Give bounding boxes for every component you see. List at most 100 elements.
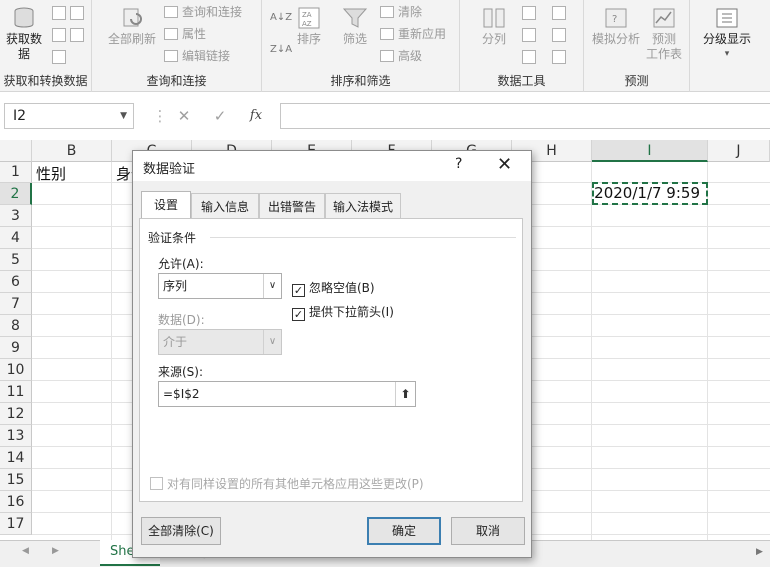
cancel-icon[interactable]: ✕: [172, 103, 196, 129]
sort-desc-button[interactable]: Z↓A: [270, 38, 292, 58]
edit-links-button[interactable]: 编辑链接: [164, 46, 230, 66]
confirm-icon[interactable]: ✓: [208, 103, 232, 129]
tab-settings[interactable]: 设置: [141, 191, 191, 219]
next-sheet-icon[interactable]: ▶: [52, 546, 59, 556]
row-header[interactable]: 8: [0, 315, 32, 337]
close-icon[interactable]: ✕: [497, 154, 512, 175]
ignore-blank-checkbox[interactable]: ✓ 忽略空值(B): [292, 279, 375, 297]
relationships-icon[interactable]: [552, 28, 566, 42]
collapse-dialog-icon[interactable]: ⬆: [395, 382, 415, 406]
remove-duplicates-icon[interactable]: [522, 28, 536, 42]
text-to-columns-button[interactable]: 分列: [474, 6, 514, 47]
dropdown-arrow-label: 提供下拉箭头(I): [309, 305, 394, 319]
from-text-icon[interactable]: [52, 6, 66, 20]
what-if-label: 模拟分析: [591, 32, 640, 46]
fx-icon[interactable]: fx: [244, 103, 268, 129]
ribbon: 获取数 据 获取和转换数据 全部刷新 查询和连接 属性 编辑链接 查询和连接 A…: [0, 0, 770, 92]
forecast-sheet-button[interactable]: 预测 工作表: [644, 6, 684, 62]
column-header[interactable]: I: [592, 140, 708, 162]
consolidate-icon[interactable]: [552, 6, 566, 20]
ok-button[interactable]: 确定: [367, 517, 441, 545]
column-header[interactable]: J: [708, 140, 770, 162]
sort-asc-button[interactable]: A↓Z: [270, 6, 292, 26]
reapply-label: 重新应用: [398, 27, 447, 41]
allow-value: 序列: [163, 279, 188, 293]
from-web-icon[interactable]: [70, 6, 84, 20]
filter-icon: [342, 8, 368, 28]
checkbox-icon: [150, 477, 163, 490]
row-header[interactable]: 2: [0, 183, 32, 205]
row-header[interactable]: 3: [0, 205, 32, 227]
row-header[interactable]: 6: [0, 271, 32, 293]
row-header[interactable]: 11: [0, 381, 32, 403]
advanced-button[interactable]: 高级: [380, 46, 422, 66]
row-header[interactable]: 13: [0, 425, 32, 447]
ignore-blank-label: 忽略空值(B): [309, 281, 375, 295]
tab-ime-mode[interactable]: 输入法模式: [325, 193, 401, 219]
clear-label: 清除: [398, 5, 423, 19]
forecast-sheet-label: 预测 工作表: [645, 32, 682, 61]
flash-fill-icon[interactable]: [522, 6, 536, 20]
tab-error-alert[interactable]: 出错警告: [259, 193, 325, 219]
row-header[interactable]: 16: [0, 491, 32, 513]
row-header[interactable]: 1: [0, 162, 32, 183]
queries-label: 查询和连接: [182, 5, 243, 19]
group-data-tools: 分列 数据工具: [460, 0, 584, 92]
cancel-button[interactable]: 取消: [451, 517, 525, 545]
reapply-button[interactable]: 重新应用: [380, 24, 446, 44]
existing-connections-icon[interactable]: [52, 50, 66, 64]
group-label: 查询和连接: [146, 74, 207, 88]
prev-sheet-icon[interactable]: ◀: [22, 546, 29, 556]
clear-all-button[interactable]: 全部清除(C): [141, 517, 221, 545]
get-data-label: 获取数 据: [5, 32, 42, 61]
allow-select[interactable]: 序列 ∨: [158, 273, 282, 299]
from-table-icon[interactable]: [52, 28, 66, 42]
what-if-button[interactable]: ? 模拟分析: [588, 6, 644, 47]
row-header[interactable]: 5: [0, 249, 32, 271]
source-input[interactable]: =$I$2 ⬆: [158, 381, 416, 407]
row-header[interactable]: 10: [0, 359, 32, 381]
data-select[interactable]: 介于 ∨: [158, 329, 282, 355]
edit-links-label: 编辑链接: [182, 49, 231, 63]
column-header[interactable]: B: [32, 140, 112, 162]
data-validation-dialog: 数据验证 ? ✕ 设置 输入信息 出错警告 输入法模式 验证条件 允许(A): …: [132, 150, 532, 558]
clear-button[interactable]: 清除: [380, 2, 422, 22]
scroll-right-icon[interactable]: ▶: [756, 547, 763, 557]
recent-sources-icon[interactable]: [70, 28, 84, 42]
row-header[interactable]: 15: [0, 469, 32, 491]
apply-all-checkbox[interactable]: 对有同样设置的所有其他单元格应用这些更改(P): [150, 475, 424, 492]
dropdown-arrow-checkbox[interactable]: ✓ 提供下拉箭头(I): [292, 303, 394, 321]
tab-input-message[interactable]: 输入信息: [191, 193, 259, 219]
gridline: [707, 162, 708, 540]
more-icon: ⋮: [152, 107, 168, 125]
allow-label: 允许(A):: [158, 257, 204, 271]
properties-button[interactable]: 属性: [164, 24, 206, 44]
outline-button[interactable]: 分级显示 ▾: [694, 6, 760, 62]
queries-connections-button[interactable]: 查询和连接: [164, 2, 242, 22]
svg-text:?: ?: [612, 14, 617, 25]
formula-input[interactable]: [280, 103, 770, 129]
cell-i2[interactable]: 2020/1/7 9:59: [592, 182, 708, 205]
help-icon[interactable]: ?: [455, 156, 462, 172]
data-validation-icon[interactable]: [522, 50, 536, 64]
row-header[interactable]: 12: [0, 403, 32, 425]
advanced-icon: [380, 50, 394, 62]
chevron-down-icon[interactable]: ▼: [120, 104, 127, 128]
row-header[interactable]: 7: [0, 293, 32, 315]
get-data-button[interactable]: 获取数 据: [4, 6, 44, 62]
chevron-down-icon: ∨: [263, 330, 281, 354]
select-all-corner[interactable]: [0, 140, 32, 162]
group-queries: 全部刷新 查询和连接 属性 编辑链接 查询和连接: [92, 0, 262, 92]
sort-button[interactable]: ZA AZ 排序: [294, 6, 324, 47]
cell-b1[interactable]: 性别: [36, 163, 66, 184]
row-header[interactable]: 4: [0, 227, 32, 249]
data-model-icon[interactable]: [552, 50, 566, 64]
refresh-all-button[interactable]: 全部刷新: [104, 6, 160, 47]
row-header[interactable]: 14: [0, 447, 32, 469]
name-box[interactable]: I2 ▼: [4, 103, 134, 129]
sort-asc-icon: A↓Z: [270, 12, 293, 23]
chevron-down-icon: ∨: [263, 274, 281, 298]
row-header[interactable]: 17: [0, 513, 32, 535]
row-header[interactable]: 9: [0, 337, 32, 359]
filter-button[interactable]: 筛选: [340, 6, 370, 47]
